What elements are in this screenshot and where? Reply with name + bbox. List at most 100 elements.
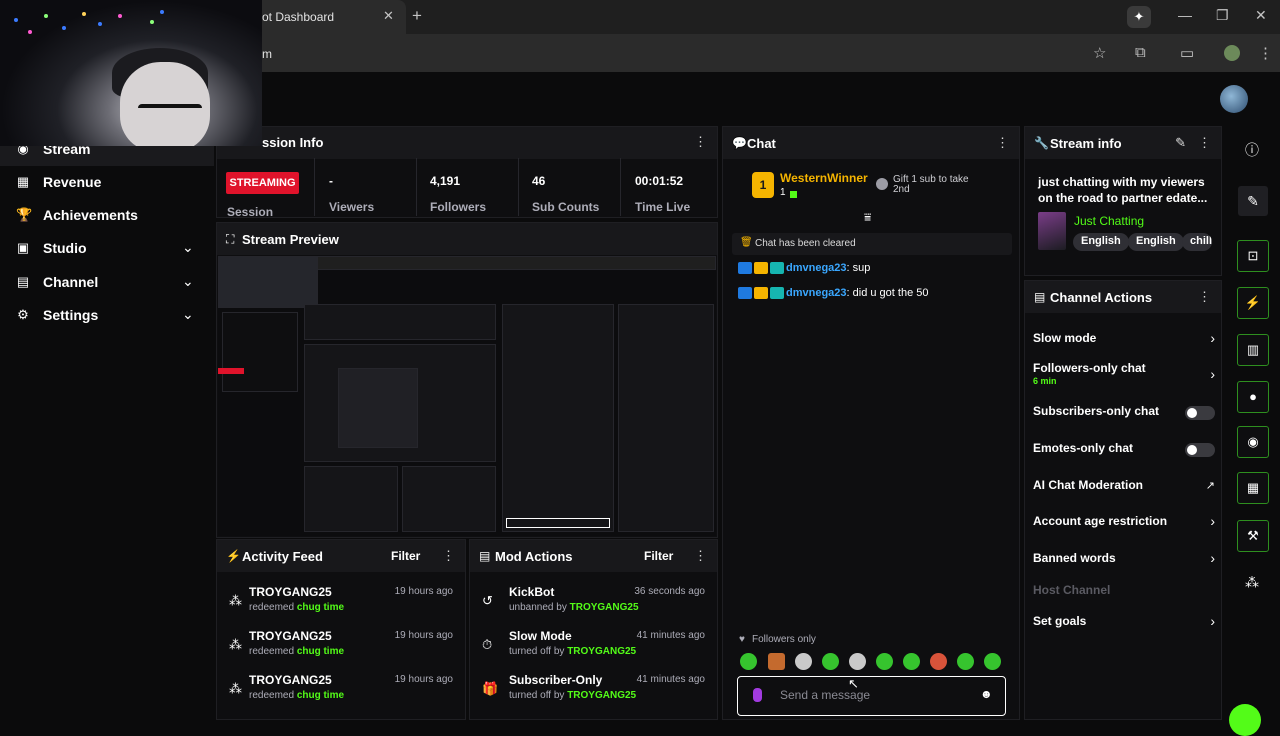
chat-username[interactable]: dmvnega23 xyxy=(786,287,847,299)
screenshot-icon[interactable]: ⊡ xyxy=(1237,240,1269,272)
close-window-button[interactable]: ✕ xyxy=(1255,7,1267,24)
emote-icon[interactable] xyxy=(876,653,893,670)
chevron-down-icon: ⌄ xyxy=(182,239,194,255)
activity-time: 19 hours ago xyxy=(394,674,453,685)
category-name[interactable]: Just Chatting xyxy=(1074,214,1144,228)
top-gifter-name[interactable]: WesternWinner xyxy=(780,171,868,185)
wrench-icon[interactable]: ⚒ xyxy=(1237,520,1269,552)
mod-action-name: Subscriber-Only xyxy=(509,673,603,687)
emoji-icon[interactable]: ☻ xyxy=(980,687,993,701)
chat-username[interactable]: dmvnega23 xyxy=(786,262,847,274)
profile-avatar-icon[interactable] xyxy=(1224,45,1240,61)
edit-icon[interactable]: ✎ xyxy=(1175,135,1186,151)
mod-filter-button[interactable]: Filter xyxy=(644,549,673,563)
browser-menu-icon[interactable]: ⋮ xyxy=(1258,44,1273,62)
wrench-icon: 🔧 xyxy=(1034,136,1049,150)
lightning-icon[interactable]: ⚡ xyxy=(1237,287,1269,319)
followers-only-row[interactable]: Followers-only chat 6 min › xyxy=(1033,361,1215,389)
banned-words-row[interactable]: Banned words › xyxy=(1033,550,1215,573)
chat-message: dmvnega23: sup xyxy=(738,262,870,275)
tag-chip[interactable]: English xyxy=(1128,233,1184,251)
activity-user[interactable]: TROYGANG25 xyxy=(249,673,332,687)
subscribers-only-toggle[interactable] xyxy=(1185,406,1215,420)
collapse-icon[interactable]: ⩸ xyxy=(864,210,871,225)
unban-icon: ↺ xyxy=(482,593,493,608)
emote-icon[interactable] xyxy=(768,653,785,670)
lightning-icon: ⚡ xyxy=(226,549,241,563)
light-dot xyxy=(118,14,122,18)
chat-bubble-icon[interactable]: ● xyxy=(1237,381,1269,413)
sidebar-item-settings[interactable]: ⚙ Settings ⌄ xyxy=(0,300,214,332)
microphone-icon[interactable] xyxy=(753,688,762,702)
mod-action-name: KickBot xyxy=(509,585,555,599)
sub-badge-icon xyxy=(770,262,784,275)
sidebar-item-studio[interactable]: ▣ Studio ⌄ xyxy=(0,233,214,265)
extensions-icon[interactable]: ⧉ xyxy=(1135,44,1146,61)
emote-icon[interactable] xyxy=(822,653,839,670)
sidebar-item-achievements[interactable]: 🏆 Achievements xyxy=(0,200,214,232)
light-dot xyxy=(160,10,164,14)
user-avatar[interactable] xyxy=(1220,85,1248,113)
chat-title: Chat xyxy=(747,136,776,151)
activity-user[interactable]: TROYGANG25 xyxy=(249,629,332,643)
chat-input-box[interactable]: Send a message ☻ xyxy=(737,676,1006,716)
emote-icon[interactable] xyxy=(903,653,920,670)
edit-layout-icon[interactable]: ✎ xyxy=(1238,186,1268,216)
chat-text: : did u got the 50 xyxy=(846,287,929,299)
video-icon[interactable]: ▦ xyxy=(1237,472,1269,504)
emote-icon[interactable] xyxy=(930,653,947,670)
clipboard-icon[interactable]: ▥ xyxy=(1237,334,1269,366)
light-dot xyxy=(28,30,32,34)
followers-only-duration: 6 min xyxy=(1033,376,1057,386)
emote-icon[interactable] xyxy=(957,653,974,670)
tab-close-icon[interactable]: ✕ xyxy=(383,8,394,24)
light-dot xyxy=(82,12,86,16)
chat-icon: 💬 xyxy=(732,136,747,150)
set-goals-row[interactable]: Set goals › xyxy=(1033,613,1215,636)
account-age-row[interactable]: Account age restriction › xyxy=(1033,513,1215,536)
followers-only-label: Followers-only chat xyxy=(1033,361,1146,375)
emote-icon[interactable] xyxy=(740,653,757,670)
emote-icon[interactable] xyxy=(849,653,866,670)
more-options-icon[interactable]: ⋮ xyxy=(694,548,707,564)
tag-chip[interactable]: chill xyxy=(1182,233,1212,251)
more-options-icon[interactable]: ⋮ xyxy=(442,548,455,564)
more-options-icon[interactable]: ⋮ xyxy=(694,134,707,150)
broadcast-icon[interactable]: ◉ xyxy=(1237,426,1269,458)
channel-icon: ▤ xyxy=(16,274,30,289)
help-fab-icon[interactable] xyxy=(1229,704,1261,736)
share-icon[interactable]: ⁂ xyxy=(1245,574,1259,591)
activity-row: ⁂ TROYGANG25 redeemed chug time 19 hours… xyxy=(229,629,453,673)
gift-prompt[interactable]: Gift 1 sub to take 2nd xyxy=(893,175,983,195)
slow-mode-row[interactable]: Slow mode › xyxy=(1033,330,1215,353)
trophy-icon: 🏆 xyxy=(16,207,33,222)
more-options-icon[interactable]: ⋮ xyxy=(996,135,1009,151)
new-tab-button[interactable]: + xyxy=(412,6,422,26)
more-options-icon[interactable]: ⋮ xyxy=(1198,289,1211,305)
assistant-icon[interactable]: ✦ xyxy=(1127,6,1151,28)
sidebar-item-channel[interactable]: ▤ Channel ⌄ xyxy=(0,267,214,299)
emotes-only-toggle[interactable] xyxy=(1185,443,1215,457)
emote-bar xyxy=(740,653,1010,671)
more-options-icon[interactable]: ⋮ xyxy=(1198,135,1211,151)
time-live-value: 00:01:52 xyxy=(635,174,684,188)
emote-icon[interactable] xyxy=(984,653,1001,670)
ai-moderation-row[interactable]: AI Chat Moderation ↗ xyxy=(1033,478,1215,500)
cast-icon[interactable]: ▭ xyxy=(1180,44,1194,62)
minimize-button[interactable]: — xyxy=(1178,7,1192,23)
maximize-button[interactable]: ❐ xyxy=(1216,7,1229,24)
info-icon[interactable]: ⓘ xyxy=(1245,140,1259,160)
sidebar-item-label: Achievements xyxy=(43,207,138,223)
emote-icon[interactable] xyxy=(795,653,812,670)
tag-chip[interactable]: English xyxy=(1073,233,1129,251)
gift-icon: 🎁 xyxy=(482,681,499,696)
bookmark-star-icon[interactable]: ☆ xyxy=(1093,44,1106,62)
url-text[interactable]: m xyxy=(262,47,272,61)
activity-filter-button[interactable]: Filter xyxy=(391,549,420,563)
list-icon: ▤ xyxy=(1034,290,1046,304)
activity-user[interactable]: TROYGANG25 xyxy=(249,585,332,599)
sidebar-item-revenue[interactable]: ▦ Revenue xyxy=(0,167,214,199)
chat-mode-note: Followers only xyxy=(752,634,816,645)
category-thumbnail[interactable] xyxy=(1038,212,1066,250)
stream-preview-video[interactable] xyxy=(218,256,716,536)
